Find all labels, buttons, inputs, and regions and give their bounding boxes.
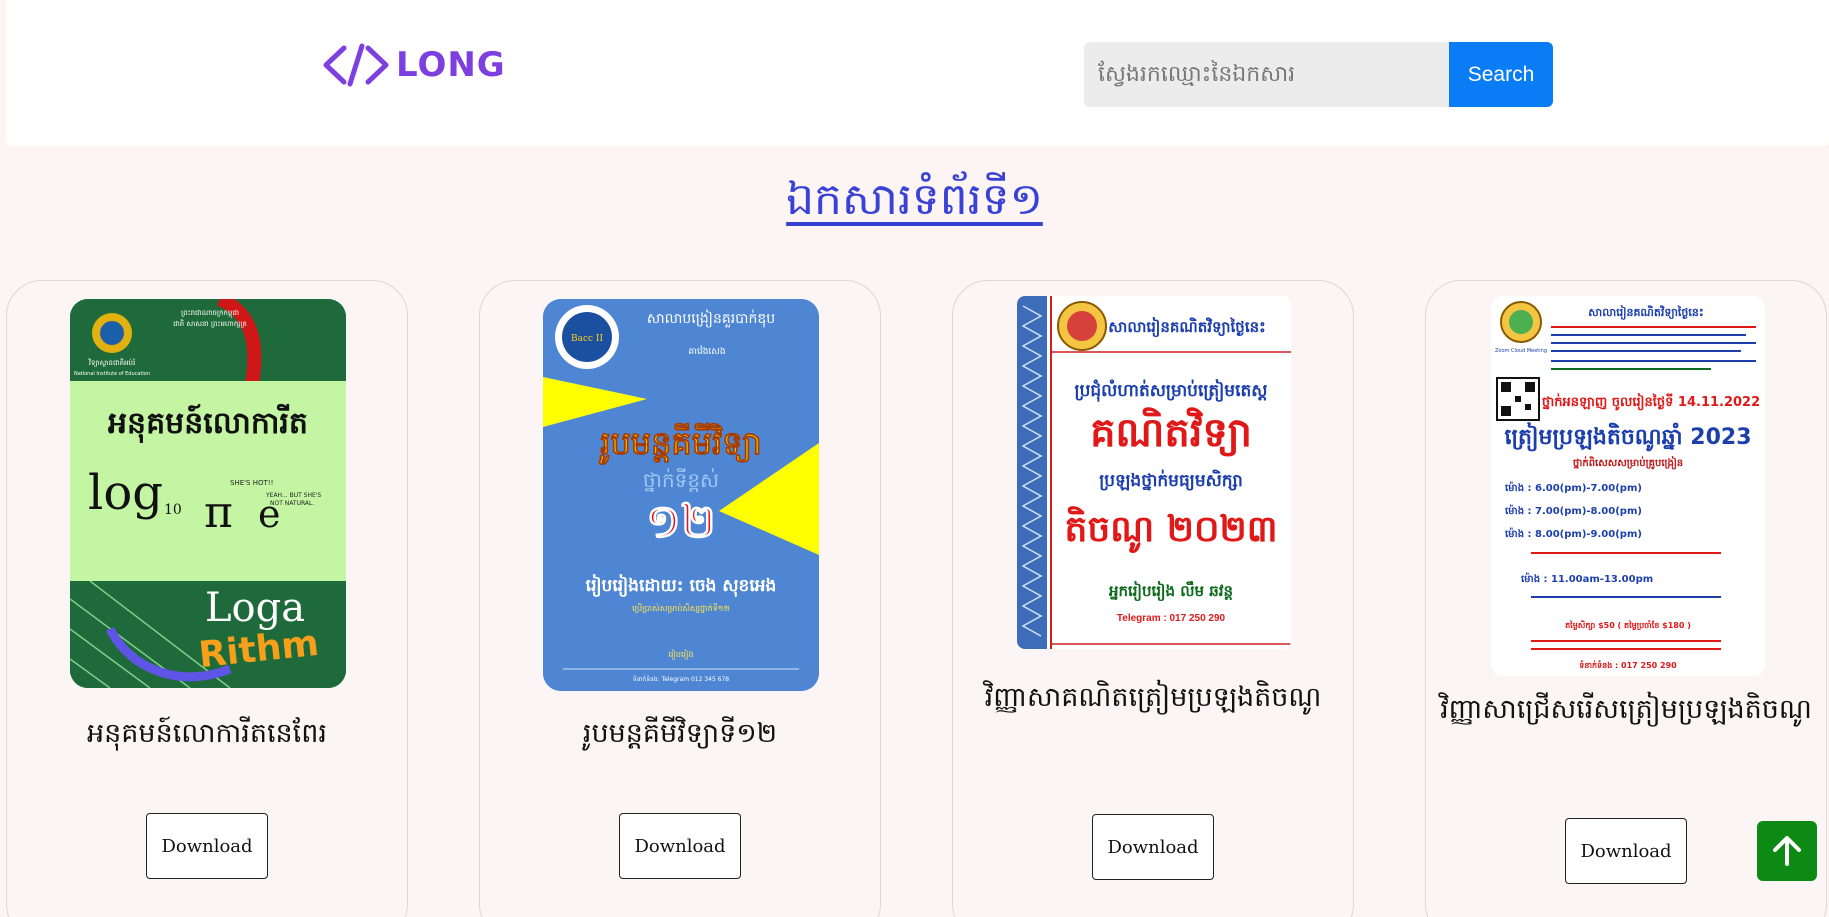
document-cover-image[interactable]: ព្រះរាជាណាចក្រកម្ពុជា ជាតិ សាសនា ព្រះមហា… — [70, 299, 346, 688]
code-brackets-icon — [323, 43, 389, 87]
svg-text:សាលាបង្រៀនគួរបាក់ឌុប: សាលាបង្រៀនគួរបាក់ឌុប — [647, 309, 775, 328]
svg-text:តម្លៃសិក្សា $50 ( តម្លៃប្រចាំខ: តម្លៃសិក្សា $50 ( តម្លៃប្រចាំខែ $180 ) — [1565, 620, 1691, 631]
selection-exam-cover-art: សាលារៀនគណិតវិទ្យាថ្ងៃនេះ Zoom Cloud Meet… — [1491, 296, 1765, 676]
logo-text: LONG — [396, 45, 506, 85]
svg-text:រូបមន្តគីមីវិទ្យា: រូបមន្តគីមីវិទ្យា — [598, 423, 761, 465]
svg-text:Bacc II: Bacc II — [571, 334, 603, 344]
svg-text:ថ្នាក់ទីខ្ពស់: ថ្នាក់ទីខ្ពស់ — [643, 467, 719, 492]
document-title: វិញ្ញាសាជ្រើសរើសត្រៀមប្រឡងតិចណូ — [1440, 694, 1812, 725]
svg-text:π: π — [204, 487, 233, 538]
svg-text:SHE'S HOT!!: SHE'S HOT!! — [230, 479, 273, 487]
document-title: វិញ្ញាសាគណិតត្រៀមប្រឡងតិចណូ — [984, 682, 1322, 713]
download-button[interactable]: Download — [146, 813, 268, 879]
svg-text:សាលារៀនគណិតវិទ្យាថ្ងៃនេះ: សាលារៀនគណិតវិទ្យាថ្ងៃនេះ — [1588, 305, 1703, 320]
svg-text:គណិតវិទ្យា: គណិតវិទ្យា — [1090, 407, 1252, 457]
svg-text:ម៉ោង : 11.00am-13.00pm: ម៉ោង : 11.00am-13.00pm — [1521, 572, 1653, 585]
document-title: រូបមន្តគីមីវិទ្យាទី១២ — [582, 718, 778, 749]
svg-text:សាលារៀនគណិតវិទ្យាថ្ងៃនេះ: សាលារៀនគណិតវិទ្យាថ្ងៃនេះ — [1108, 317, 1265, 338]
site-header: LONG Search — [6, 0, 1829, 146]
svg-text:១២: ១២ — [646, 494, 716, 548]
arrow-up-icon — [1773, 836, 1801, 866]
svg-text:ថ្នាក់អនឡាញ ចូលរៀនថ្ងៃទី 14.11: ថ្នាក់អនឡាញ ចូលរៀនថ្ងៃទី 14.11.2022 — [1542, 393, 1760, 411]
svg-text:ទំនាក់ទំនង: Telegram 012 345 6: ទំនាក់ទំនង: Telegram 012 345 678 — [633, 675, 729, 683]
download-button[interactable]: Download — [619, 813, 741, 879]
logarithm-cover-art: ព្រះរាជាណាចក្រកម្ពុជា ជាតិ សាសនា ព្រះមហា… — [70, 299, 346, 688]
svg-text:ប្រឡងថ្នាក់មធ្យមសិក្សា: ប្រឡងថ្នាក់មធ្យមសិក្សា — [1099, 469, 1243, 491]
svg-text:អនុគមន៍លោការីត: អនុគមន៍លោការីត — [108, 403, 308, 444]
document-card: Bacc II សាលាបង្រៀនគួរបាក់ឌុប គាវ៉េងសេង រ… — [479, 280, 881, 917]
document-card: សាលារៀនគណិតវិទ្យាថ្ងៃនេះ ប្រជុំលំហាត់សម្… — [952, 280, 1354, 917]
download-button[interactable]: Download — [1092, 814, 1214, 880]
svg-text:Telegram : 017 250 290: Telegram : 017 250 290 — [1117, 613, 1226, 624]
svg-text:អ្នករៀបរៀង លឹម ឆវន្ត: អ្នករៀបរៀង លឹម ឆវន្ត — [1109, 581, 1233, 602]
svg-text:ប្រើប្រាស់សម្រាប់សិស្សថ្នាក់ទី: ប្រើប្រាស់សម្រាប់សិស្សថ្នាក់ទី១២ — [632, 603, 730, 613]
svg-text:log: log — [88, 465, 163, 521]
svg-text:វិទ្យាស្ថានជាតិអប់រំ: វិទ្យាស្ថានជាតិអប់រំ — [88, 358, 135, 367]
document-cover-image[interactable]: Bacc II សាលាបង្រៀនគួរបាក់ឌុប គាវ៉េងសេង រ… — [543, 299, 819, 691]
search-input[interactable] — [1084, 42, 1449, 107]
math-exam-cover-art: សាលារៀនគណិតវិទ្យាថ្ងៃនេះ ប្រជុំលំហាត់សម្… — [1017, 296, 1291, 649]
svg-text:ប្រជុំលំហាត់សម្រាប់ត្រៀមតេស្ត: ប្រជុំលំហាត់សម្រាប់ត្រៀមតេស្ត — [1075, 379, 1268, 402]
svg-text:រៀបរៀង: រៀបរៀង — [668, 649, 693, 660]
svg-text:ជាតិ សាសនា ព្រះមហាក្សត្រ: ជាតិ សាសនា ព្រះមហាក្សត្រ — [173, 319, 247, 328]
search-button[interactable]: Search — [1449, 42, 1553, 107]
svg-text:NOT NATURAL.: NOT NATURAL. — [270, 500, 314, 507]
svg-text:National Institute of Educatio: National Institute of Education — [74, 371, 150, 377]
svg-text:តិចណូ ២០២៣: តិចណូ ២០២៣ — [1065, 506, 1278, 553]
svg-text:Zoom Cloud Meeting: Zoom Cloud Meeting — [1495, 348, 1547, 354]
svg-text:Loga: Loga — [205, 585, 305, 631]
svg-text:YEAH... BUT SHE'S: YEAH... BUT SHE'S — [265, 492, 321, 499]
download-button[interactable]: Download — [1565, 818, 1687, 884]
document-cover-image[interactable]: សាលារៀនគណិតវិទ្យាថ្ងៃនេះ Zoom Cloud Meet… — [1491, 296, 1765, 676]
document-card: ព្រះរាជាណាចក្រកម្ពុជា ជាតិ សាសនា ព្រះមហា… — [6, 280, 408, 917]
chemistry-cover-art: Bacc II សាលាបង្រៀនគួរបាក់ឌុប គាវ៉េងសេង រ… — [543, 299, 819, 691]
svg-text:ត្រៀមប្រឡងតិចណូឆ្នាំ 2023: ត្រៀមប្រឡងតិចណូឆ្នាំ 2023 — [1505, 422, 1752, 452]
page-title[interactable]: ឯកសារទំព័រទី១ — [0, 172, 1829, 236]
svg-text:10: 10 — [164, 502, 182, 518]
svg-text:ម៉ោង : 8.00(pm)-9.00(pm): ម៉ោង : 8.00(pm)-9.00(pm) — [1505, 527, 1642, 540]
svg-text:រៀបរៀងដោយ: ចេង សុខអេង: រៀបរៀងដោយ: ចេង សុខអេង — [586, 574, 777, 597]
svg-text:គាវ៉េងសេង: គាវ៉េងសេង — [688, 345, 725, 357]
search-bar: Search — [1084, 42, 1553, 107]
document-cover-image[interactable]: សាលារៀនគណិតវិទ្យាថ្ងៃនេះ ប្រជុំលំហាត់សម្… — [1017, 296, 1291, 649]
site-logo[interactable]: LONG — [322, 42, 506, 88]
svg-text:ម៉ោង : 6.00(pm)-7.00(pm): ម៉ោង : 6.00(pm)-7.00(pm) — [1505, 481, 1642, 494]
svg-text:ទំនាក់ទំនង : 017 250 290: ទំនាក់ទំនង : 017 250 290 — [1579, 660, 1677, 670]
svg-text:ថ្នាក់ពិសេសសម្រាប់គ្រូបង្រៀន: ថ្នាក់ពិសេសសម្រាប់គ្រូបង្រៀន — [1573, 456, 1683, 470]
svg-text:ម៉ោង : 7.00(pm)-8.00(pm): ម៉ោង : 7.00(pm)-8.00(pm) — [1505, 504, 1642, 517]
document-title: អនុគមន៍លោការីតនេពែរ — [87, 718, 327, 749]
scroll-to-top-button[interactable] — [1757, 821, 1817, 881]
